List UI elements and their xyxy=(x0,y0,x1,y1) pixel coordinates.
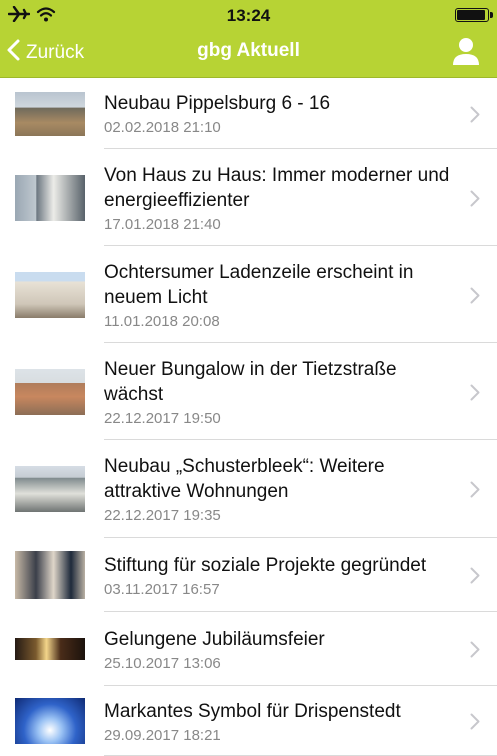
news-date: 29.09.2017 18:21 xyxy=(104,726,221,744)
news-text: Neubau „Schusterbleek“: Weitere attrakti… xyxy=(104,454,457,524)
news-title: Neubau Pippelsburg 6 - 16 xyxy=(104,93,331,114)
app-header: 13:24 Zurück gbg Aktuell xyxy=(0,0,497,78)
news-date: 02.02.2018 21:10 xyxy=(104,119,221,136)
news-title: Gelungene Jubiläumsfeier xyxy=(104,628,325,650)
news-item[interactable]: Stiftung für soziale Projekte gegründet 0… xyxy=(0,538,497,612)
news-title: Ochtersumer Ladenzeile erscheint in neue… xyxy=(104,261,414,308)
news-item[interactable]: Gelungene Jubiläumsfeier 25.10.2017 13:06 xyxy=(0,612,497,686)
page-title: gbg Aktuell xyxy=(197,40,300,61)
news-thumbnail xyxy=(15,271,85,318)
battery-icon xyxy=(455,8,493,22)
news-thumbnail xyxy=(15,91,85,136)
news-title: Neuer Bungalow in der Tietzstraße wächst xyxy=(104,358,397,405)
status-bar: 13:24 xyxy=(0,0,497,30)
news-text: Markantes Symbol für Drispenstedt 29.09.2… xyxy=(104,699,457,744)
news-list: Neubau Pippelsburg 6 - 16 02.02.2018 21:1… xyxy=(0,78,497,756)
news-title: Markantes Symbol für Drispenstedt xyxy=(104,700,401,722)
news-date: 11.01.2018 20:08 xyxy=(104,312,220,330)
chevron-right-icon xyxy=(470,567,480,589)
news-date: 25.10.2017 13:06 xyxy=(104,654,221,672)
news-text: Neubau Pippelsburg 6 - 16 02.02.2018 21:1… xyxy=(104,91,457,136)
news-thumbnail xyxy=(15,638,85,660)
news-date: 22.12.2017 19:50 xyxy=(104,409,221,427)
news-date: 17.01.2018 21:40 xyxy=(104,215,221,233)
chevron-right-icon xyxy=(470,384,480,406)
status-time: 13:24 xyxy=(226,6,271,25)
news-item[interactable]: Neubau „Schusterbleek“: Weitere attrakti… xyxy=(0,440,497,538)
navigation-bar: Zurück gbg Aktuell xyxy=(0,30,497,76)
news-item[interactable]: Neubau Pippelsburg 6 - 16 02.02.2018 21:1… xyxy=(0,78,497,149)
news-text: Gelungene Jubiläumsfeier 25.10.2017 13:06 xyxy=(104,627,457,672)
news-item[interactable]: Von Haus zu Haus: Immer moderner und ene… xyxy=(0,149,497,246)
chevron-right-icon xyxy=(470,106,480,128)
chevron-right-icon xyxy=(470,713,480,735)
news-item[interactable]: Ochtersumer Ladenzeile erscheint in neue… xyxy=(0,246,497,343)
user-icon xyxy=(451,38,481,70)
chevron-right-icon xyxy=(470,641,480,663)
news-text: Von Haus zu Haus: Immer moderner und ene… xyxy=(104,163,457,233)
news-thumbnail xyxy=(15,174,85,221)
news-thumbnail xyxy=(15,698,85,744)
news-text: Stiftung für soziale Projekte gegründet 0… xyxy=(104,553,457,598)
news-thumbnail xyxy=(15,368,85,415)
news-title: Von Haus zu Haus: Immer moderner und ene… xyxy=(104,164,450,211)
news-text: Neuer Bungalow in der Tietzstraße wächst… xyxy=(104,357,457,427)
news-item[interactable]: Neuer Bungalow in der Tietzstraße wächst… xyxy=(0,343,497,440)
chevron-right-icon xyxy=(470,287,480,309)
profile-button[interactable] xyxy=(451,36,481,71)
news-date: 22.12.2017 19:35 xyxy=(104,507,221,524)
news-title: Neubau „Schusterbleek“: Weitere attrakti… xyxy=(104,456,385,502)
news-thumbnail xyxy=(15,551,85,599)
news-thumbnail xyxy=(15,466,85,512)
news-text: Ochtersumer Ladenzeile erscheint in neue… xyxy=(104,260,457,330)
news-title: Stiftung für soziale Projekte gegründet xyxy=(104,554,427,576)
chevron-right-icon xyxy=(470,190,480,212)
news-date: 03.11.2017 16:57 xyxy=(104,580,220,598)
chevron-right-icon xyxy=(470,481,480,503)
